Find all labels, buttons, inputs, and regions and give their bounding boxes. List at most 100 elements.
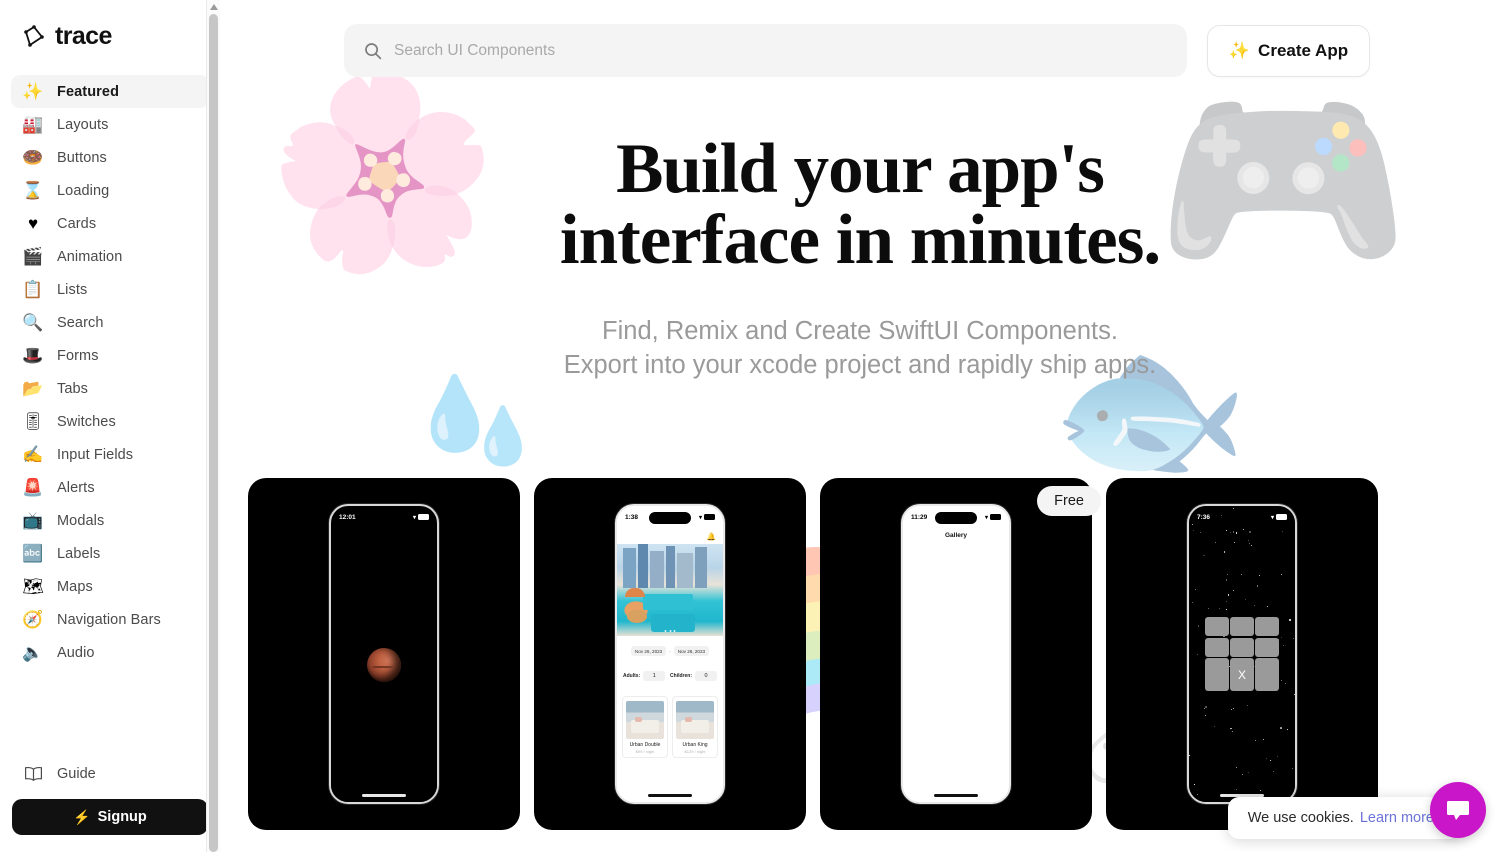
hero-subtitle-line2: Export into your xcode project and rapid… <box>563 350 1157 379</box>
sidebar-item-alerts[interactable]: 🚨 Alerts <box>11 471 209 504</box>
hotel-screen: 🔔 Nov 26, 2023 - Nov 26, 2023 Adults: 1 … <box>617 506 723 802</box>
sidebar-item-label: Lists <box>57 281 88 298</box>
hotel-navbar: 🔔 <box>617 528 723 544</box>
signup-button[interactable]: ⚡ Signup <box>12 799 208 835</box>
sidebar-item-label: Tabs <box>57 380 89 397</box>
date-range-picker[interactable]: Nov 26, 2023 - Nov 26, 2023 <box>617 646 723 656</box>
sidebar-item-tabs[interactable]: 📂 Tabs <box>11 372 209 405</box>
star-dot <box>1248 540 1250 542</box>
star-dot <box>1277 755 1279 757</box>
create-app-button[interactable]: ✨ Create App <box>1207 24 1370 77</box>
gallery-card[interactable]: Free 11:29 ▾ Gallery <box>820 478 1101 830</box>
star-dot <box>1285 683 1286 685</box>
children-stepper[interactable]: Children: 0 <box>670 671 717 681</box>
star-dot <box>1241 574 1243 576</box>
sidebar-item-input-fields[interactable]: ✍ Input Fields <box>11 438 209 471</box>
sidebar-item-audio[interactable]: 🔈 Audio <box>11 636 209 669</box>
sidebar-item-labels[interactable]: 🔤 Labels <box>11 537 209 570</box>
tic-tac-toe-cell[interactable] <box>1255 658 1279 691</box>
status-icons: ▾ <box>1271 514 1287 521</box>
planet-card[interactable]: 12:01 ▾ <box>248 478 520 830</box>
sidebar-item-loading[interactable]: ⌛ Loading <box>11 174 209 207</box>
sidebar-item-label: Featured <box>57 83 120 100</box>
hero-title-line1: Build your app's <box>616 130 1105 208</box>
tic-tac-toe-cell[interactable] <box>1255 637 1279 657</box>
room-card[interactable]: Urban King $129 / night <box>672 696 718 758</box>
tic-tac-toe-grid[interactable]: X <box>1205 617 1279 691</box>
star-dot <box>1226 600 1228 602</box>
brand[interactable]: trace <box>11 0 209 71</box>
guest-counters: Adults: 1 Children: 0 <box>623 671 717 681</box>
star-dot <box>1236 767 1238 769</box>
cookie-banner: We use cookies. Learn more <box>1227 797 1460 839</box>
tic-tac-toe-cell[interactable] <box>1230 637 1254 657</box>
star-dot <box>1204 707 1206 709</box>
scroll-up-arrow-icon[interactable] <box>207 0 221 14</box>
checkin-date[interactable]: Nov 26, 2023 <box>630 646 667 656</box>
dynamic-island <box>363 512 405 524</box>
status-time: 11:29 <box>911 513 928 521</box>
phone-button <box>438 594 440 624</box>
sidebar-item-buttons[interactable]: 🍩 Buttons <box>11 141 209 174</box>
sidebar-item-label: Input Fields <box>57 446 134 463</box>
sidebar-item-label: Animation <box>57 248 123 265</box>
adults-stepper[interactable]: Adults: 1 <box>623 671 666 681</box>
star-dot <box>1230 709 1232 710</box>
search-input[interactable] <box>394 41 1167 60</box>
battery-icon <box>990 514 1001 520</box>
tic-tac-toe-card[interactable]: 7:36 ▾ X <box>1106 478 1378 830</box>
chat-widget-button[interactable] <box>1430 782 1486 838</box>
search-bar[interactable] <box>344 24 1187 77</box>
star-dot <box>1266 757 1267 759</box>
star-dot <box>1293 694 1295 696</box>
checkout-date[interactable]: Nov 26, 2023 <box>673 646 710 656</box>
room-list: Urban Double $99 / night Urban King $129… <box>622 696 718 758</box>
sidebar-item-layouts[interactable]: 🏭 Layouts <box>11 108 209 141</box>
room-name: Urban King <box>682 742 708 748</box>
sidebar-item-switches[interactable]: 🎚 Switches <box>11 405 209 438</box>
phone-button <box>901 584 903 604</box>
writing-hand-icon: ✍ <box>22 445 44 464</box>
phone-button <box>329 584 331 604</box>
room-card[interactable]: Urban Double $99 / night <box>622 696 668 758</box>
sidebar-item-label: Modals <box>57 512 105 529</box>
tic-tac-toe-cell[interactable]: X <box>1230 658 1254 691</box>
status-icons: ▾ <box>985 514 1001 521</box>
sidebar-item-animation[interactable]: 🎬 Animation <box>11 240 209 273</box>
bell-icon[interactable]: 🔔 <box>707 532 716 541</box>
tic-tac-toe-cell[interactable] <box>1205 658 1229 691</box>
sidebar-item-cards[interactable]: ♥ Cards <box>11 207 209 240</box>
room-name: Urban Double <box>629 742 661 748</box>
heart-card-icon: ♥ <box>27 214 39 233</box>
tic-tac-toe-cell[interactable] <box>1230 617 1254 636</box>
tic-tac-toe-cell[interactable] <box>1205 617 1229 636</box>
status-time: 12:01 <box>339 513 356 521</box>
tic-tac-toe-cell[interactable] <box>1255 617 1279 636</box>
star-dot <box>1224 551 1226 553</box>
cookie-learn-more-link[interactable]: Learn more <box>1360 810 1434 826</box>
scrollbar-thumb[interactable] <box>209 14 218 852</box>
sidebar-item-guide[interactable]: Guide <box>11 757 209 790</box>
sparkles-icon: ✨ <box>22 82 44 101</box>
tic-tac-toe-cell[interactable] <box>1205 637 1229 657</box>
sidebar-item-lists[interactable]: 📋 Lists <box>11 273 209 306</box>
phone-button <box>724 594 726 624</box>
sidebar-scrollbar[interactable] <box>206 0 221 852</box>
phone-button <box>901 562 903 573</box>
dynamic-island <box>649 512 691 524</box>
sidebar-item-featured[interactable]: ✨ Featured <box>11 75 209 108</box>
star-dot <box>1251 545 1252 546</box>
map-icon: 🗺 <box>22 577 44 596</box>
sidebar-item-maps[interactable]: 🗺 Maps <box>11 570 209 603</box>
star-dot <box>1229 531 1231 533</box>
sidebar-item-label: Layouts <box>57 116 109 133</box>
sidebar-item-navigation-bars[interactable]: 🧭 Navigation Bars <box>11 603 209 636</box>
phone-button <box>329 610 331 630</box>
sidebar-item-modals[interactable]: 📺 Modals <box>11 504 209 537</box>
speaker-icon: 🔈 <box>22 643 44 662</box>
sidebar-item-forms[interactable]: 🎩 Forms <box>11 339 209 372</box>
sidebar-item-search[interactable]: 🔍 Search <box>11 306 209 339</box>
star-dot <box>1197 653 1199 655</box>
hotel-booking-card[interactable]: 1:38 ▾ 🔔 Nov 26, 2023 - Nov 26, 2023 Adu… <box>534 478 806 830</box>
star-dot <box>1196 793 1198 795</box>
